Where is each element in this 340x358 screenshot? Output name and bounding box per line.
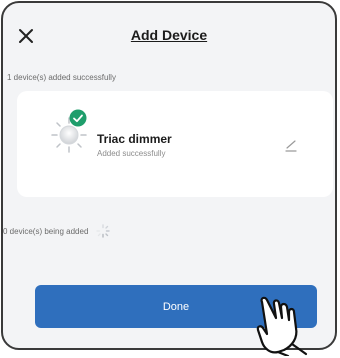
- check-icon: [69, 109, 87, 127]
- pointing-hand-icon: [256, 296, 308, 356]
- page-title: Add Device: [130, 27, 208, 43]
- edit-icon[interactable]: [284, 138, 298, 152]
- added-section-label: 1 device(s) added successfully: [7, 73, 116, 82]
- spinner-icon: [96, 224, 111, 238]
- device-card[interactable]: Triac dimmer Added successfully: [17, 91, 333, 197]
- adding-section-label: 0 device(s) being added: [3, 226, 89, 236]
- device-name: Triac dimmer: [97, 132, 172, 146]
- adding-section: 0 device(s) being added: [3, 223, 111, 239]
- device-status: Added successfully: [97, 149, 166, 158]
- header: Add Device: [3, 3, 335, 63]
